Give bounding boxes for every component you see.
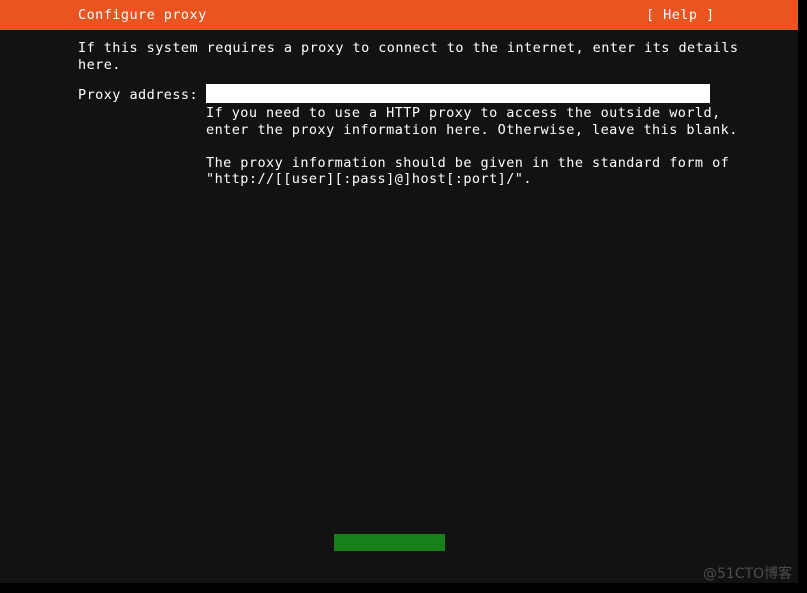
watermark: @51CTO博客: [703, 566, 793, 582]
header-bar: Configure proxy [ Help ]: [0, 0, 798, 30]
intro-text: If this system requires a proxy to conne…: [78, 40, 739, 73]
installer-screen: Configure proxy [ Help ] If this system …: [0, 0, 807, 593]
button-group: [ ] Done [ ] Back: [334, 534, 445, 583]
proxy-address-label: Proxy address:: [78, 87, 199, 103]
proxy-address-input[interactable]: [206, 84, 710, 103]
done-button[interactable]: [ ] Done: [334, 534, 445, 551]
help-paragraph-usage: If you need to use a HTTP proxy to acces…: [206, 105, 738, 138]
terminal-content-area: Configure proxy [ Help ] If this system …: [0, 0, 798, 583]
proxy-address-help: If you need to use a HTTP proxy to acces…: [206, 105, 738, 188]
help-button[interactable]: [ Help ]: [646, 7, 715, 23]
page-title: Configure proxy: [78, 7, 207, 23]
help-paragraph-format: The proxy information should be given in…: [206, 154, 730, 188]
